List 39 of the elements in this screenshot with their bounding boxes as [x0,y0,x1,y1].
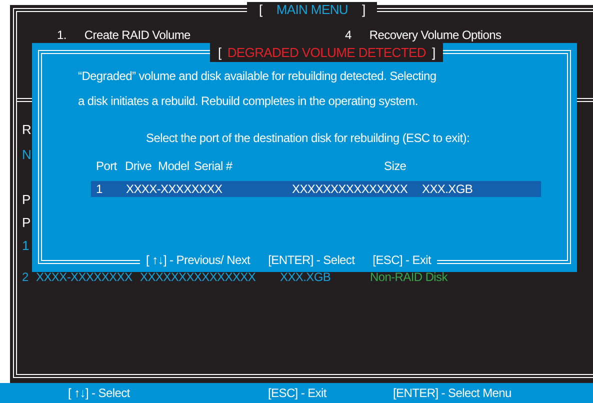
key-hint: [ ↑↓] - Select [68,386,131,400]
column-header: Model [158,159,190,173]
message-text: “Degraded” volume and disk available for rebuilding detected. Selecting [78,68,438,85]
menu-text: 1 [22,238,29,255]
column-header: Size [384,159,408,173]
serial-number: XXXXXXXXXXXXXXX [292,182,409,196]
disk-row[interactable]: 1 XXXX-XXXXXXXX XXXXXXXXXXXXXXX XXX.XGB [91,181,541,197]
bracket: [ [218,45,222,60]
message-text: a disk initiates a rebuild. Rebuild completes in the operating system. [78,93,419,110]
menu-text: R [22,122,32,139]
port-number: 1 [96,182,104,196]
dialog-title: DEGRADED VOLUME DETECTED [227,45,426,60]
column-header: Serial # [194,159,234,173]
disk-status: Non-RAID Disk [370,270,449,284]
bracket: [ [259,2,262,17]
key-hint: [ESC] - Exit [268,386,328,400]
key-hint: [ENTER] - Select [268,253,355,267]
menu-option[interactable]: Create RAID Volume [84,28,190,42]
drive-model: XXXX-XXXXXXXX [36,270,134,284]
drive-model: XXXX-XXXXXXXX [126,182,224,196]
key-hint: [ESC] - Exit [372,253,432,267]
option-number: 4 [345,28,352,42]
column-header: Drive [125,159,153,173]
bracket: ] [432,45,436,60]
bracket: ] [362,2,366,17]
key-hint: [ ↑↓] - Previous/ Next [146,253,250,267]
menu-text: P [22,192,30,209]
port-number: 2 [22,270,30,284]
disk-size: XXX.XGB [280,270,332,284]
menu-title: MAIN MENU [276,2,348,17]
option-number: 1. [57,28,66,42]
disk-size: XXX.XGB [422,182,474,196]
menu-option[interactable]: Recovery Volume Options [369,28,502,42]
menu-text: P [22,215,30,232]
prompt-text: Select the port of the destination disk for rebuilding (ESC to exit): [146,131,470,145]
column-header: Port [96,159,118,173]
serial-number: XXXXXXXXXXXXXXX [140,270,257,284]
key-hint: [ENTER] - Select Menu [393,386,512,400]
menu-text: N [22,147,32,164]
